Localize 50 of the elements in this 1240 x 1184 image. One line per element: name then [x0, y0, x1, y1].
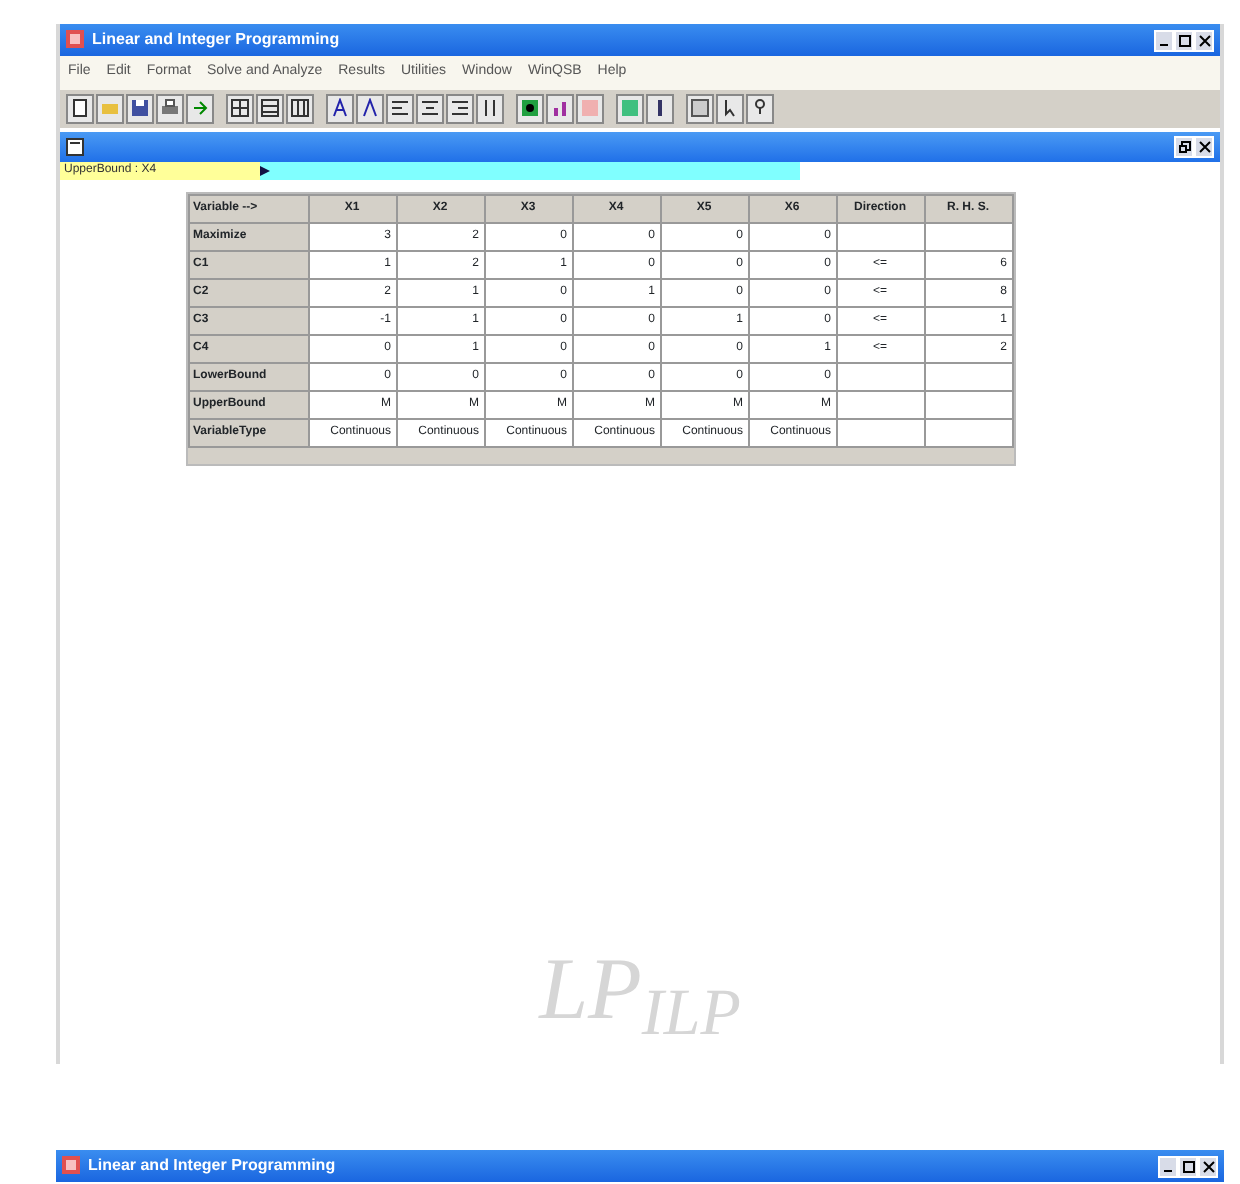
- maximize-button[interactable]: [1178, 1155, 1198, 1177]
- print-icon: [160, 98, 180, 118]
- close-button[interactable]: [1194, 29, 1214, 51]
- align-icon: [390, 98, 410, 118]
- toolbar-button[interactable]: [686, 93, 714, 123]
- close-button[interactable]: [1194, 135, 1214, 157]
- toolbar-button[interactable]: [516, 93, 544, 123]
- close-icon: [1197, 139, 1211, 153]
- window-title: Linear and Integer Programming: [92, 28, 342, 52]
- toolbar-button[interactable]: [66, 93, 94, 123]
- close-icon: [1201, 1159, 1215, 1173]
- minimize-button[interactable]: [1158, 1155, 1178, 1177]
- save-icon: [130, 98, 150, 118]
- toolbar-button[interactable]: [716, 93, 744, 123]
- maximize-button[interactable]: [1174, 29, 1194, 51]
- columns-icon: [480, 98, 500, 118]
- minimize-button[interactable]: [1154, 29, 1174, 51]
- toolbar-button[interactable]: [446, 93, 474, 123]
- window-title: Linear and Integer Programming: [88, 1154, 338, 1178]
- toolbar-button[interactable]: [256, 93, 284, 123]
- toolbar-button[interactable]: [746, 93, 774, 123]
- window-icon: [690, 98, 710, 118]
- arrow-icon: [190, 98, 210, 118]
- toolbar-button[interactable]: [126, 93, 154, 123]
- close-button[interactable]: [1198, 1155, 1218, 1177]
- close-icon: [1197, 33, 1211, 47]
- toolbar-button[interactable]: [476, 93, 504, 123]
- align-icon: [420, 98, 440, 118]
- document-icon: [66, 137, 84, 155]
- toolbar-button[interactable]: [286, 93, 314, 123]
- align-icon: [450, 98, 470, 118]
- toolbar-button[interactable]: [326, 93, 354, 123]
- toolbar-button[interactable]: [156, 93, 184, 123]
- toolbar-button[interactable]: [646, 93, 674, 123]
- toolbar-button[interactable]: [356, 93, 384, 123]
- restore-button[interactable]: [1174, 135, 1194, 157]
- toolbar-button[interactable]: [226, 93, 254, 123]
- chart-icon: [550, 98, 570, 118]
- restore-icon: [1177, 139, 1191, 153]
- app-icon: [62, 1156, 80, 1175]
- maximize-icon: [1181, 1159, 1195, 1173]
- grid-icon: [290, 98, 310, 118]
- grid-icon: [230, 98, 250, 118]
- grid-icon: [260, 98, 280, 118]
- app-icon: [66, 30, 84, 49]
- maximize-icon: [1177, 33, 1191, 47]
- toolbar-button[interactable]: [416, 93, 444, 123]
- arrow-icon: [260, 165, 270, 175]
- new-file-icon: [70, 98, 90, 118]
- toolbar-button[interactable]: [386, 93, 414, 123]
